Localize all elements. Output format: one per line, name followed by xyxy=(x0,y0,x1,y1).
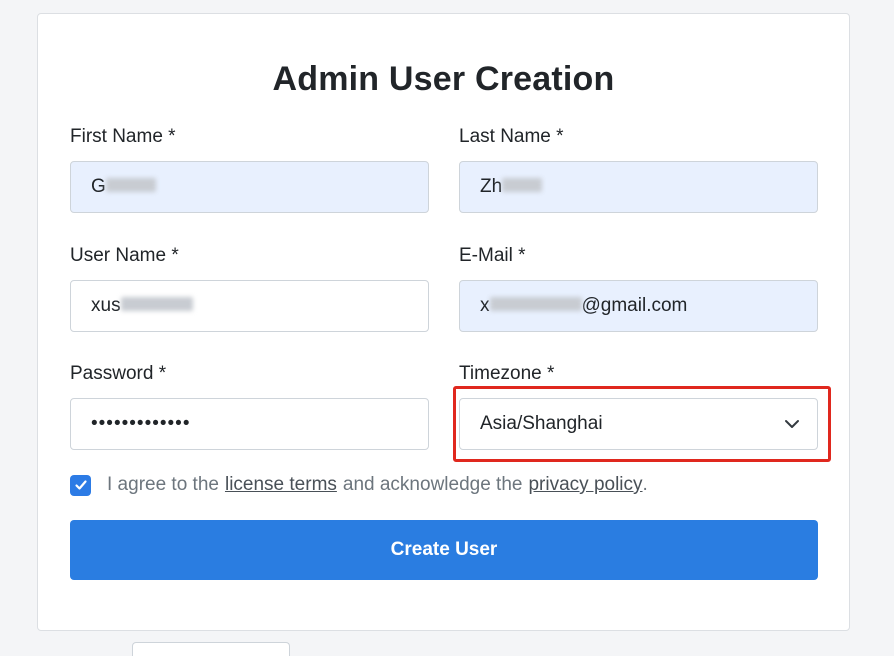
password-label: Password * xyxy=(70,363,167,384)
redacted-mark xyxy=(120,297,193,312)
last-name-group: Last Name * Zh xyxy=(459,123,818,213)
agree-text-middle: and acknowledge the xyxy=(342,474,523,495)
last-name-input[interactable]: Zh xyxy=(459,161,818,213)
email-label: E-Mail * xyxy=(459,245,526,266)
create-user-button[interactable]: Create User xyxy=(70,520,818,580)
agreement-row: I agree to the license terms and acknowl… xyxy=(70,472,648,498)
last-name-value: Zh xyxy=(480,176,503,197)
admin-user-form-card: Admin User Creation First Name * G Last … xyxy=(37,13,850,631)
redacted-mark xyxy=(502,178,543,193)
timezone-highlight-box xyxy=(453,386,831,462)
password-group: Password * ••••••••••••• xyxy=(70,360,429,450)
first-name-label: First Name * xyxy=(70,126,176,147)
user-name-input[interactable]: xus xyxy=(70,280,429,332)
timezone-label: Timezone * xyxy=(459,363,555,384)
agree-checkbox[interactable] xyxy=(70,474,91,496)
page-title: Admin User Creation xyxy=(272,60,615,98)
redacted-mark xyxy=(489,297,582,312)
first-name-input[interactable]: G xyxy=(70,161,429,213)
email-value-suffix: @gmail.com xyxy=(581,295,688,316)
email-input[interactable]: x @gmail.com xyxy=(459,280,818,332)
redacted-mark xyxy=(105,178,156,193)
user-name-label: User Name * xyxy=(70,245,179,266)
password-value: ••••••••••••• xyxy=(91,413,191,434)
partial-element-below xyxy=(132,642,290,656)
last-name-label: Last Name * xyxy=(459,126,564,147)
email-group: E-Mail * x @gmail.com xyxy=(459,242,818,332)
agree-text-after: . xyxy=(642,474,648,495)
user-name-value: xus xyxy=(91,295,121,316)
check-icon xyxy=(74,480,87,490)
first-name-value: G xyxy=(91,176,106,197)
license-terms-link[interactable]: license terms xyxy=(225,474,337,496)
first-name-group: First Name * G xyxy=(70,123,429,213)
password-input[interactable]: ••••••••••••• xyxy=(70,398,429,450)
agree-text-before: I agree to the xyxy=(107,474,219,495)
user-name-group: User Name * xus xyxy=(70,242,429,332)
email-value-prefix: x xyxy=(480,295,490,316)
privacy-policy-link[interactable]: privacy policy xyxy=(528,474,642,496)
